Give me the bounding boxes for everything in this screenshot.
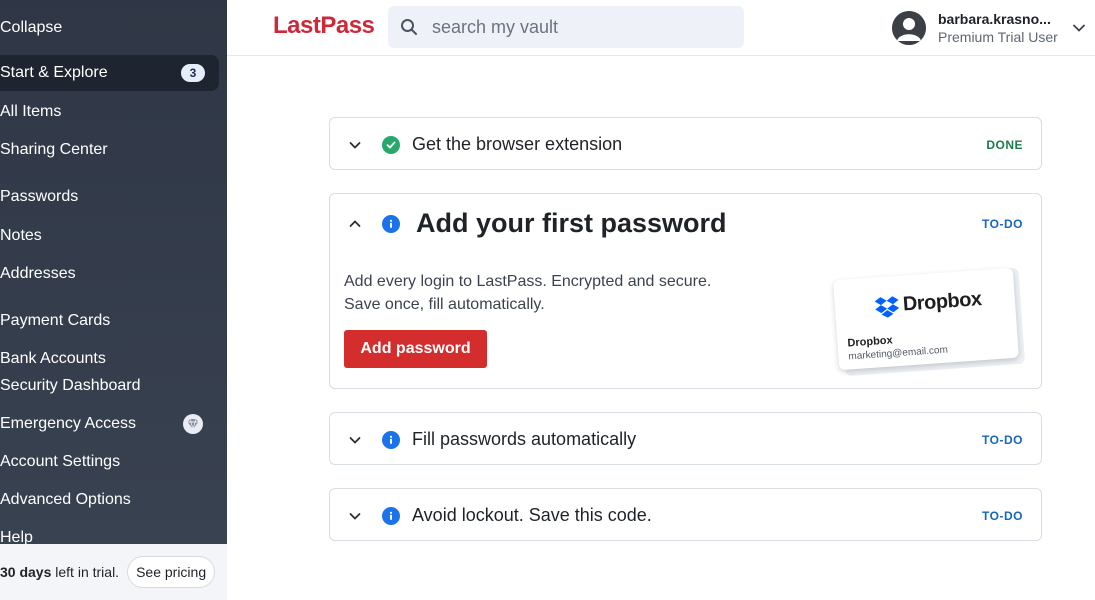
sidebar-item-label: Addresses	[0, 265, 76, 282]
sidebar-item-label: All Items	[0, 103, 62, 120]
sidebar-item-account-settings[interactable]: Account Settings	[0, 444, 120, 480]
sidebar-item-all-items[interactable]: All Items	[0, 94, 61, 130]
search-input[interactable]	[432, 16, 732, 38]
sidebar: Collapse Start & Explore 3 All Items Sha…	[0, 0, 227, 600]
sidebar-item-label: Sharing Center	[0, 141, 108, 158]
card-title: Get the browser extension	[412, 134, 623, 154]
card-title: Add your first password	[416, 208, 727, 238]
trial-days: 30 days	[0, 564, 52, 580]
status-badge: TO-DO	[982, 217, 1023, 231]
sidebar-item-payment-cards[interactable]: Payment Cards	[0, 303, 110, 339]
card-header[interactable]: Get the browser extension DONE	[330, 118, 1041, 171]
chevron-down-icon[interactable]	[348, 509, 362, 523]
avatar	[892, 11, 926, 45]
trial-banner: 30 days left in trial. See pricing	[0, 544, 227, 600]
onboarding-card-autofill: Fill passwords automatically TO-DO	[329, 412, 1042, 465]
card-header[interactable]: Fill passwords automatically TO-DO	[330, 413, 1041, 466]
sidebar-item-advanced-options[interactable]: Advanced Options	[0, 482, 131, 518]
sidebar-item-addresses[interactable]: Addresses	[0, 256, 76, 292]
password-illustration: Dropbox Dropbox marketing@email.com	[833, 267, 1028, 377]
sidebar-item-label: Account Settings	[0, 453, 121, 470]
sidebar-item-emergency-access[interactable]: Emergency Access	[0, 406, 227, 442]
chevron-up-icon[interactable]	[348, 217, 362, 231]
chevron-down-icon[interactable]	[1072, 21, 1086, 35]
sidebar-item-security-dashboard[interactable]: Security Dashboard	[0, 368, 141, 404]
info-icon	[382, 506, 400, 525]
sidebar-item-label: Passwords	[0, 188, 79, 205]
gem-icon	[183, 414, 203, 434]
card-header[interactable]: Avoid lockout. Save this code. TO-DO	[330, 489, 1041, 542]
trial-suffix: left in trial.	[55, 564, 120, 580]
status-badge: DONE	[986, 137, 1023, 152]
chevron-down-icon[interactable]	[348, 433, 362, 447]
status-badge: TO-DO	[982, 508, 1023, 523]
search-icon	[400, 17, 420, 37]
sidebar-item-sharing-center[interactable]: Sharing Center	[0, 132, 108, 168]
sidebar-item-label: Start & Explore	[0, 64, 108, 81]
sidebar-item-start-explore[interactable]: Start & Explore 3	[0, 55, 219, 91]
card-title: Avoid lockout. Save this code.	[412, 505, 652, 525]
onboarding-card-first-password: TO-DO Add your first password Add every …	[329, 193, 1042, 389]
onboarding-card-recovery-code: Avoid lockout. Save this code. TO-DO	[329, 488, 1042, 541]
card-title: Fill passwords automatically	[412, 429, 637, 449]
dropbox-icon	[874, 295, 900, 318]
sidebar-item-passwords[interactable]: Passwords	[0, 179, 78, 215]
see-pricing-button[interactable]: See pricing	[127, 556, 216, 588]
onboarding-card-browser-extension: Get the browser extension DONE	[329, 117, 1042, 170]
chevron-down-icon[interactable]	[348, 138, 362, 152]
check-circle-icon	[382, 135, 400, 154]
item-name: Dropbox	[847, 334, 894, 350]
user-menu[interactable]: barbara.krasno... Premium Trial User	[892, 8, 1092, 48]
search-bar[interactable]	[388, 6, 744, 48]
user-plan: Premium Trial User	[938, 29, 1058, 45]
sidebar-item-label: Security Dashboard	[0, 377, 141, 394]
dropbox-wordmark: Dropbox	[902, 288, 983, 316]
sidebar-item-label: Emergency Access	[0, 415, 137, 432]
sidebar-item-label: Advanced Options	[0, 491, 131, 508]
collapse-button[interactable]: Collapse	[0, 10, 62, 46]
dropbox-logo: Dropbox	[874, 288, 982, 318]
sidebar-item-label: Bank Accounts	[0, 350, 106, 367]
sidebar-item-label: Payment Cards	[0, 312, 111, 329]
trial-text: 30 days left in trial.	[0, 564, 119, 580]
sidebar-item-label: Notes	[0, 227, 42, 244]
info-icon	[382, 215, 400, 233]
description-line: Save once, fill automatically.	[344, 296, 545, 313]
sidebar-item-notes[interactable]: Notes	[0, 218, 42, 254]
card-description: Add every login to LastPass. Encrypted a…	[344, 270, 744, 316]
notification-badge: 3	[181, 64, 205, 82]
illustration-card: Dropbox Dropbox marketing@email.com	[833, 267, 1019, 371]
add-password-button[interactable]: Add password	[344, 330, 487, 368]
top-header: LastPass barbara.krasno... Premium Trial…	[227, 0, 1095, 56]
status-badge: TO-DO	[982, 432, 1023, 447]
description-line: Add every login to LastPass. Encrypted a…	[344, 273, 712, 290]
user-name: barbara.krasno...	[938, 11, 1051, 27]
lastpass-logo[interactable]: LastPass	[273, 12, 375, 40]
info-icon	[382, 430, 400, 449]
collapse-label: Collapse	[0, 19, 63, 36]
